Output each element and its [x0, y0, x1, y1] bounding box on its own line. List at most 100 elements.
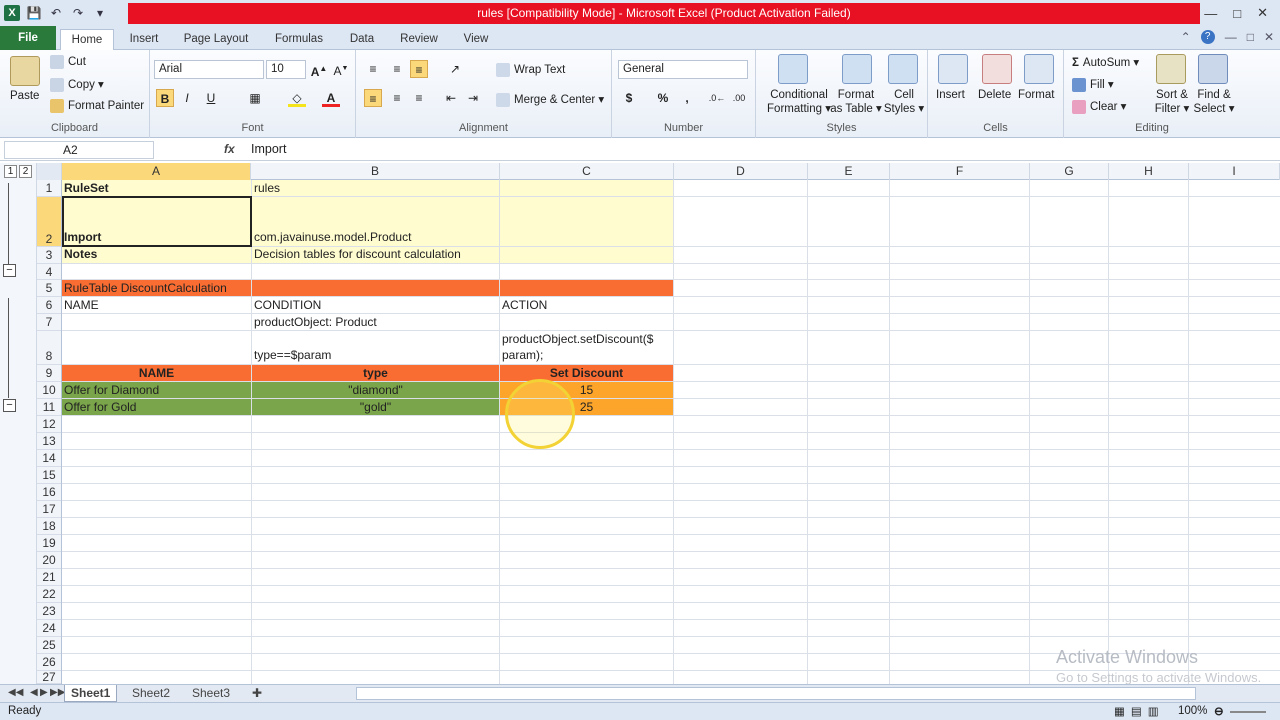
cell-styles-icon[interactable]: [888, 54, 918, 84]
column-header-c[interactable]: C: [500, 163, 674, 180]
cell-a5[interactable]: RuleTable DiscountCalculation: [62, 281, 499, 296]
merge-center-button[interactable]: Merge & Center ▾: [496, 92, 604, 107]
cell-b2[interactable]: com.javainuse.model.Product: [252, 230, 499, 245]
help-icon[interactable]: ?: [1200, 30, 1215, 44]
align-right-icon[interactable]: ≡: [410, 89, 428, 107]
formula-input[interactable]: Import: [251, 142, 286, 156]
redo-icon[interactable]: ↷: [70, 5, 86, 21]
column-header-g[interactable]: G: [1030, 163, 1109, 180]
row-header[interactable]: 11: [37, 399, 61, 416]
tab-file[interactable]: File: [0, 26, 56, 50]
customize-qat-icon[interactable]: ▾: [92, 5, 108, 21]
close-icon[interactable]: ✕: [1257, 5, 1268, 21]
underline-button[interactable]: U: [202, 89, 220, 107]
row-header[interactable]: 18: [37, 518, 61, 535]
row-header[interactable]: 26: [37, 654, 61, 671]
cell-styles-button[interactable]: Cell Styles ▾: [882, 89, 926, 115]
horizontal-scrollbar[interactable]: [356, 687, 1196, 700]
doc-close-icon[interactable]: ✕: [1264, 30, 1274, 44]
row-header[interactable]: 3: [37, 247, 61, 264]
cell-a3[interactable]: Notes: [62, 247, 251, 262]
row-header[interactable]: 21: [37, 569, 61, 586]
cell-b3[interactable]: Decision tables for discount calculation: [252, 247, 499, 262]
align-bottom-icon[interactable]: ≡: [410, 60, 428, 78]
currency-button[interactable]: $: [620, 89, 638, 107]
format-as-table-icon[interactable]: [842, 54, 872, 84]
row-header[interactable]: 6: [37, 297, 61, 314]
outline-level-2[interactable]: 2: [19, 165, 32, 178]
row-header[interactable]: 25: [37, 637, 61, 654]
minimize-icon[interactable]: —: [1204, 6, 1217, 21]
cell-c8-line2[interactable]: param);: [500, 348, 673, 363]
row-header[interactable]: 4: [37, 264, 61, 280]
cell-a10[interactable]: Offer for Diamond: [62, 383, 251, 398]
tab-data[interactable]: Data: [344, 29, 380, 50]
sort-filter-button[interactable]: Sort & Filter ▾: [1152, 89, 1192, 115]
find-select-button[interactable]: Find & Select ▾: [1192, 89, 1236, 115]
conditional-formatting-icon[interactable]: [778, 54, 808, 84]
cell-b9[interactable]: type: [252, 366, 499, 381]
row-header[interactable]: 12: [37, 416, 61, 433]
percent-button[interactable]: %: [654, 89, 672, 107]
row-header[interactable]: 13: [37, 433, 61, 450]
zoom-level[interactable]: 100%: [1178, 705, 1207, 717]
grow-font-icon[interactable]: A▲: [310, 60, 328, 79]
column-header-i[interactable]: I: [1189, 163, 1280, 180]
row-header[interactable]: 24: [37, 620, 61, 637]
number-format-select[interactable]: General: [618, 60, 748, 79]
insert-cells-icon[interactable]: [938, 54, 968, 84]
outline-level-1[interactable]: 1: [4, 165, 17, 178]
cell-a11[interactable]: Offer for Gold: [62, 400, 251, 415]
row-header[interactable]: 22: [37, 586, 61, 603]
save-icon[interactable]: 💾: [26, 5, 42, 21]
cell-a1[interactable]: RuleSet: [62, 181, 251, 196]
collapse-group-icon[interactable]: −: [3, 264, 16, 277]
worksheet-grid[interactable]: RuleSet rules Import com.javainuse.model…: [62, 180, 1280, 684]
cell-b11[interactable]: "gold": [252, 400, 499, 415]
maximize-icon[interactable]: □: [1233, 6, 1241, 21]
align-middle-icon[interactable]: ≡: [388, 60, 406, 78]
shrink-font-icon[interactable]: A▼: [332, 60, 350, 78]
cell-c6[interactable]: ACTION: [500, 298, 673, 313]
tab-insert[interactable]: Insert: [124, 29, 164, 50]
tab-home[interactable]: Home: [60, 29, 114, 51]
page-break-view-icon[interactable]: ▥: [1148, 704, 1159, 718]
row-header[interactable]: 1: [37, 180, 61, 197]
cell-c9[interactable]: Set Discount: [500, 366, 673, 381]
format-as-table-button[interactable]: Format as Table ▾: [830, 89, 882, 115]
align-top-icon[interactable]: ≡: [364, 60, 382, 78]
decrease-indent-icon[interactable]: ⇤: [442, 89, 460, 107]
paste-icon[interactable]: [10, 56, 40, 86]
fill-color-icon[interactable]: ◇: [288, 89, 306, 107]
cell-c8-line1[interactable]: productObject.setDiscount($: [500, 332, 673, 347]
bold-button[interactable]: B: [156, 89, 174, 107]
column-header-d[interactable]: D: [674, 163, 808, 180]
borders-icon[interactable]: ▦: [246, 89, 264, 107]
row-header[interactable]: 5: [37, 280, 61, 297]
excel-app-icon[interactable]: X: [4, 5, 20, 21]
delete-cells-icon[interactable]: [982, 54, 1012, 84]
cell-a9[interactable]: NAME: [62, 366, 251, 381]
doc-minimize-icon[interactable]: —: [1225, 30, 1237, 44]
column-header-e[interactable]: E: [808, 163, 890, 180]
normal-view-icon[interactable]: ▦: [1114, 704, 1125, 718]
conditional-formatting-button[interactable]: Conditional Formatting ▾: [762, 89, 836, 115]
wrap-text-button[interactable]: Wrap Text: [496, 63, 565, 77]
column-header-a[interactable]: A: [62, 163, 251, 180]
orientation-icon[interactable]: ↗: [446, 60, 464, 78]
insert-sheet-icon[interactable]: ✚: [246, 685, 268, 702]
tab-page-layout[interactable]: Page Layout: [180, 29, 252, 50]
collapse-group-icon[interactable]: −: [3, 399, 16, 412]
tab-view[interactable]: View: [458, 29, 494, 50]
cell-b6[interactable]: CONDITION: [252, 298, 499, 313]
row-header[interactable]: 9: [37, 365, 61, 382]
paste-button[interactable]: Paste: [10, 90, 39, 102]
clear-button[interactable]: Clear ▾: [1072, 99, 1126, 114]
sort-filter-icon[interactable]: [1156, 54, 1186, 84]
italic-button[interactable]: I: [178, 89, 196, 107]
row-header[interactable]: 14: [37, 450, 61, 467]
row-header[interactable]: 10: [37, 382, 61, 399]
format-cells-button[interactable]: Format: [1018, 89, 1054, 101]
align-center-icon[interactable]: ≡: [388, 89, 406, 107]
fill-button[interactable]: Fill ▾: [1072, 77, 1114, 92]
